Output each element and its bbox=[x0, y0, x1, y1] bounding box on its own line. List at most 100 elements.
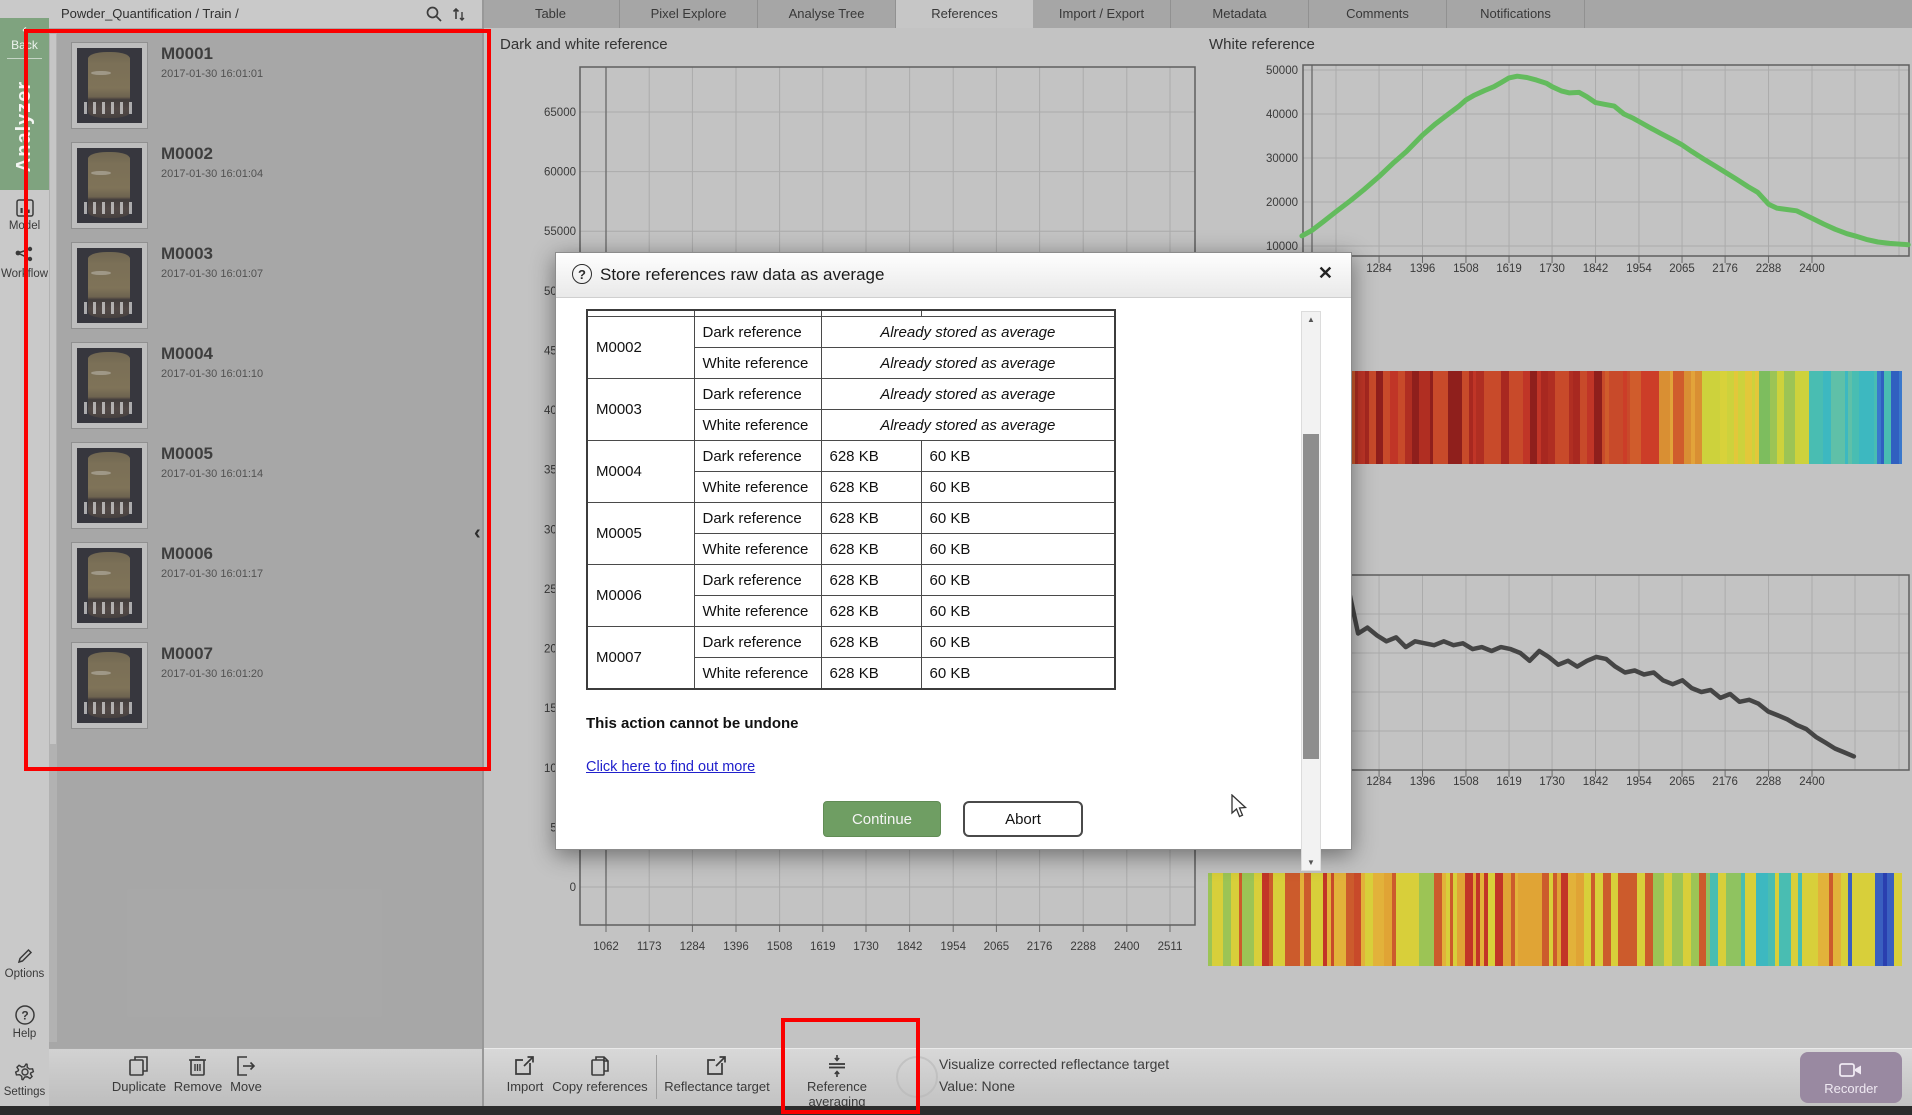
tab-comments[interactable]: Comments bbox=[1309, 0, 1447, 28]
svg-text:1396: 1396 bbox=[723, 941, 749, 953]
scrollbar-up-icon[interactable]: ▲ bbox=[1302, 312, 1320, 327]
sample-timestamp: 2017-01-30 16:01:04 bbox=[161, 168, 263, 180]
raw-size-cell: 628 KB bbox=[821, 472, 921, 503]
right-chart-title: White reference bbox=[1209, 36, 1315, 53]
scrollbar-down-icon[interactable]: ▼ bbox=[1302, 855, 1320, 870]
close-icon[interactable]: ✕ bbox=[1318, 263, 1333, 284]
move-button[interactable]: Move bbox=[223, 1053, 269, 1094]
svg-text:2065: 2065 bbox=[1669, 776, 1695, 788]
strip-band bbox=[1884, 371, 1891, 464]
svg-text:0: 0 bbox=[570, 882, 576, 894]
strip-band bbox=[1603, 873, 1611, 966]
dialog-scrollbar[interactable]: ▲ ▼ bbox=[1301, 311, 1321, 871]
avg-size-cell: 60 KB bbox=[921, 596, 1115, 627]
sample-name: M0007 bbox=[161, 644, 263, 664]
sample-thumbnail bbox=[71, 642, 148, 729]
sample-item-m0004[interactable]: M00042017-01-30 16:01:10 bbox=[71, 342, 471, 429]
copy-references-button[interactable]: Copy references bbox=[545, 1053, 655, 1094]
panel-divider bbox=[482, 0, 484, 1115]
svg-text:1730: 1730 bbox=[1539, 776, 1565, 788]
sample-name-cell: M0005 bbox=[587, 503, 694, 565]
avg-size-cell: 60 KB bbox=[921, 503, 1115, 534]
sample-item-m0001[interactable]: M00012017-01-30 16:01:01 bbox=[71, 42, 471, 129]
sidebar-item-workflow[interactable]: Workflow bbox=[0, 246, 49, 280]
tab-references[interactable]: References bbox=[896, 0, 1033, 28]
strip-band bbox=[1838, 371, 1845, 464]
back-button[interactable]: ‹ Back bbox=[0, 22, 49, 52]
strip-band bbox=[1534, 873, 1542, 966]
collapse-panel-icon[interactable]: ‹ bbox=[474, 522, 481, 545]
find-out-more-link[interactable]: Click here to find out more bbox=[586, 759, 755, 775]
visualize-status: Visualize corrected reflectance target V… bbox=[939, 1056, 1169, 1100]
strip-band bbox=[1503, 873, 1511, 966]
breadcrumb[interactable]: Powder_Quantification / Train / bbox=[61, 6, 239, 21]
reference-averaging-button[interactable]: Reference averaging bbox=[778, 1053, 896, 1109]
sidebar-item-model[interactable]: Model bbox=[0, 198, 49, 232]
sample-item-m0007[interactable]: M00072017-01-30 16:01:20 bbox=[71, 642, 471, 729]
svg-text:65000: 65000 bbox=[544, 107, 576, 119]
sample-name-cell: M0004 bbox=[587, 441, 694, 503]
remove-button[interactable]: Remove bbox=[171, 1053, 225, 1094]
tab-analyse-tree[interactable]: Analyse Tree bbox=[758, 0, 896, 28]
reflectance-target-label: Reflectance target bbox=[664, 1079, 770, 1094]
reference-color-strip-bottom bbox=[1208, 873, 1902, 966]
visualize-toggle-icon[interactable] bbox=[896, 1056, 938, 1098]
strip-band bbox=[1518, 873, 1526, 966]
sample-thumbnail bbox=[71, 242, 148, 329]
dialog-scrollbar-thumb[interactable] bbox=[1303, 434, 1319, 759]
move-icon bbox=[233, 1053, 259, 1079]
strip-band bbox=[1573, 371, 1580, 464]
analyzer-mode-strip[interactable]: ‹ Back Analyzer bbox=[0, 18, 49, 190]
bag-glint bbox=[84, 502, 136, 514]
sample-photo bbox=[77, 348, 142, 423]
strip-band bbox=[1568, 873, 1576, 966]
strip-band bbox=[1462, 371, 1469, 464]
search-icon[interactable] bbox=[424, 4, 444, 24]
model-chart-icon bbox=[15, 198, 35, 218]
strip-band bbox=[1434, 873, 1442, 966]
scrollbar-thumb[interactable] bbox=[50, 34, 56, 744]
sample-item-m0005[interactable]: M00052017-01-30 16:01:14 bbox=[71, 442, 471, 529]
abort-button[interactable]: Abort bbox=[963, 801, 1083, 837]
svg-text:?: ? bbox=[21, 1009, 28, 1023]
references-toolbar: Import Copy references Reflectance targe… bbox=[484, 1048, 1912, 1107]
references-size-table: M0002Dark referenceAlready stored as ave… bbox=[586, 309, 1116, 690]
sidebar-item-settings[interactable]: Settings bbox=[0, 1060, 49, 1098]
dialog-help-icon[interactable]: ? bbox=[572, 264, 592, 284]
svg-text:2400: 2400 bbox=[1114, 941, 1140, 953]
svg-text:1730: 1730 bbox=[853, 941, 879, 953]
sample-item-m0003[interactable]: M00032017-01-30 16:01:07 bbox=[71, 242, 471, 329]
avg-size-cell: 60 KB bbox=[921, 472, 1115, 503]
duplicate-button[interactable]: Duplicate bbox=[107, 1053, 171, 1094]
sidebar-item-help[interactable]: ? Help bbox=[0, 1004, 49, 1040]
strip-band bbox=[1891, 371, 1898, 464]
reference-type-cell: White reference bbox=[694, 658, 821, 690]
reflectance-target-icon bbox=[704, 1053, 730, 1079]
strip-band bbox=[1487, 371, 1494, 464]
avg-size-cell: 60 KB bbox=[921, 441, 1115, 472]
strip-band bbox=[1376, 371, 1383, 464]
sample-name-cell: M0006 bbox=[587, 565, 694, 627]
strip-band bbox=[1398, 371, 1405, 464]
tab-import-export[interactable]: Import / Export bbox=[1033, 0, 1171, 28]
strip-band bbox=[1695, 371, 1702, 464]
recorder-button[interactable]: Recorder bbox=[1800, 1052, 1902, 1103]
sample-item-m0006[interactable]: M00062017-01-30 16:01:17 bbox=[71, 542, 471, 629]
tab-table[interactable]: Table bbox=[482, 0, 620, 28]
strip-band bbox=[1576, 873, 1584, 966]
svg-text:2176: 2176 bbox=[1027, 941, 1053, 953]
sample-item-m0002[interactable]: M00022017-01-30 16:01:04 bbox=[71, 142, 471, 229]
strip-band bbox=[1384, 873, 1392, 966]
tab-metadata[interactable]: Metadata bbox=[1171, 0, 1309, 28]
sort-arrows-icon[interactable] bbox=[449, 4, 469, 24]
bag-glint-top bbox=[91, 571, 111, 576]
sample-list-scrollbar[interactable] bbox=[49, 32, 57, 1042]
tab-pixel-explore[interactable]: Pixel Explore bbox=[620, 0, 758, 28]
continue-button[interactable]: Continue bbox=[823, 801, 941, 837]
sidebar-item-options[interactable]: Options bbox=[0, 946, 49, 980]
strip-band bbox=[1530, 371, 1537, 464]
tab-notifications[interactable]: Notifications bbox=[1447, 0, 1585, 28]
svg-text:1173: 1173 bbox=[637, 941, 662, 953]
strip-band bbox=[1818, 873, 1826, 966]
reflectance-target-button[interactable]: Reflectance target bbox=[664, 1053, 770, 1094]
